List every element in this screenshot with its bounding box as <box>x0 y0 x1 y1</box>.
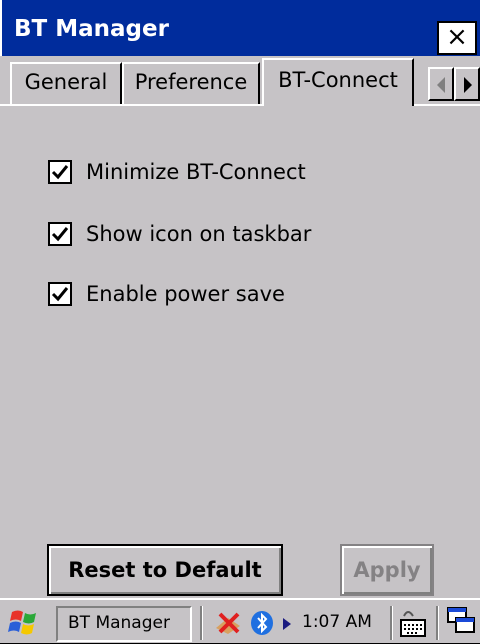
tray-separator <box>390 606 393 640</box>
tab-scroll-left-button[interactable] <box>428 67 454 101</box>
option-label: Minimize BT-Connect <box>86 160 306 184</box>
tray-separator <box>200 606 203 640</box>
tray-expand-icon[interactable] <box>282 616 292 635</box>
tab-scroll-arrows <box>428 67 480 101</box>
bluetooth-icon[interactable] <box>250 610 274 640</box>
tab-strip: General Preference BT-Connect <box>0 56 480 106</box>
taskbar: BT Manager 1:07 AM <box>0 598 480 643</box>
taskbar-bt-manager-button[interactable]: BT Manager <box>56 606 192 642</box>
window-switch-icon[interactable] <box>446 606 476 644</box>
show-icon-checkbox[interactable] <box>48 222 72 246</box>
bt-connect-panel: Minimize BT-Connect Show icon on taskbar… <box>10 106 470 596</box>
arrow-left-icon <box>437 77 445 93</box>
option-label: Show icon on taskbar <box>86 222 312 246</box>
option-label: Enable power save <box>86 282 285 306</box>
close-button[interactable]: × <box>437 21 477 55</box>
keyboard-icon[interactable] <box>398 606 428 644</box>
windows-start-icon[interactable] <box>6 606 46 640</box>
checkmark-icon <box>51 227 69 242</box>
taskbar-clock[interactable]: 1:07 AM <box>302 608 372 636</box>
checkmark-icon <box>51 287 69 302</box>
power-save-checkbox[interactable] <box>48 282 72 306</box>
bt-manager-window: BT Manager × General Preference BT-Conne… <box>0 0 480 643</box>
arrow-right-icon <box>464 77 472 93</box>
reset-to-default-button[interactable]: Reset to Default <box>47 544 283 596</box>
apply-button[interactable]: Apply <box>340 544 434 596</box>
title-bar: BT Manager × <box>0 0 480 56</box>
network-icon[interactable] <box>214 610 244 640</box>
window-title: BT Manager <box>14 16 169 42</box>
tab-general[interactable]: General <box>10 62 122 106</box>
checkmark-icon <box>51 165 69 180</box>
minimize-checkbox[interactable] <box>48 160 72 184</box>
tab-preference[interactable]: Preference <box>122 62 260 106</box>
tab-scroll-right-button[interactable] <box>454 67 480 101</box>
tab-bt-connect[interactable]: BT-Connect <box>262 58 414 106</box>
tray-separator <box>436 606 439 640</box>
